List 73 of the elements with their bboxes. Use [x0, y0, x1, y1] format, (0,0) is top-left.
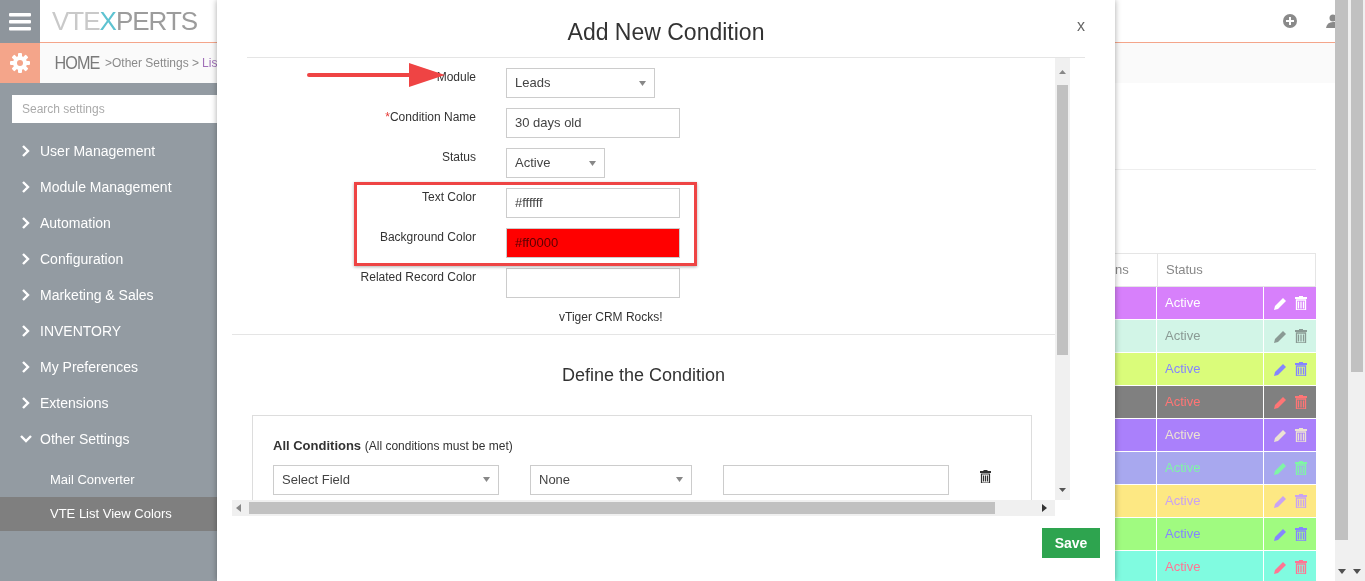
field-label: Status	[440, 149, 476, 166]
edit-icon[interactable]	[1273, 395, 1287, 409]
input-field[interactable]: #ffffff	[506, 188, 680, 218]
select-field[interactable]: Select Field	[273, 464, 499, 495]
dropdown-icon	[639, 80, 646, 86]
field-label: Related Record Color	[359, 269, 476, 286]
scrollbar[interactable]	[1055, 58, 1070, 500]
select-field[interactable]: Leads	[506, 68, 655, 98]
edit-icon[interactable]	[1273, 461, 1287, 475]
search-field[interactable]: Search settings	[12, 95, 217, 123]
group-title: All Conditions (All conditions must be met)	[273, 437, 514, 455]
sidebar-item[interactable]: Module Management	[0, 169, 217, 205]
field-label: Background Color	[378, 229, 476, 246]
settings-button[interactable]	[0, 43, 40, 83]
sidebar-item[interactable]: INVENTORY	[0, 313, 217, 349]
status-text: Active	[1165, 459, 1201, 478]
edit-icon[interactable]	[1273, 329, 1287, 343]
close-button[interactable]: x	[1077, 18, 1085, 34]
scroll-right-icon[interactable]	[1042, 504, 1047, 512]
status-text: Active	[1165, 492, 1201, 511]
status-text: Active	[1165, 525, 1201, 544]
breadcrumb-link[interactable]: >Other Settings >	[105, 54, 200, 72]
field-label: *Condition Name	[384, 109, 476, 126]
column-header: ns	[1114, 261, 1130, 280]
status-text: Active	[1165, 426, 1201, 445]
settings-icon	[10, 53, 30, 73]
sidebar-item[interactable]: User Management	[0, 133, 217, 169]
trash-icon[interactable]	[980, 470, 991, 483]
preview-text: vTiger CRM Rocks!	[559, 309, 663, 326]
sidebar-item[interactable]: Marketing & Sales	[0, 277, 217, 313]
edit-icon[interactable]	[1273, 296, 1287, 310]
sidebar-item[interactable]: Automation	[0, 205, 217, 241]
edit-icon[interactable]	[1273, 362, 1287, 376]
select-field[interactable]: Active	[506, 148, 605, 178]
scrollbar[interactable]	[232, 500, 1055, 516]
sidebar-subitem[interactable]: VTE List View Colors	[0, 497, 217, 531]
add-icon[interactable]	[1283, 14, 1297, 28]
status-text: Active	[1165, 360, 1201, 379]
menu-button[interactable]	[0, 0, 40, 43]
input-field[interactable]: 30 days old	[506, 108, 680, 138]
section-title: Define the Condition	[561, 363, 726, 387]
edit-icon[interactable]	[1273, 428, 1287, 442]
dialog-title: Add New Condition	[567, 18, 765, 48]
edit-icon[interactable]	[1273, 527, 1287, 541]
color-field[interactable]: #ff0000	[506, 228, 680, 258]
column-header: Status	[1157, 254, 1264, 286]
edit-icon[interactable]	[1273, 494, 1287, 508]
breadcrumb-home[interactable]: HOME	[54, 49, 100, 77]
menu-icon	[9, 12, 31, 31]
breadcrumb-link[interactable]: Lis	[202, 54, 218, 72]
input-field[interactable]	[506, 268, 680, 298]
select-field[interactable]: None	[530, 464, 692, 495]
dropdown-icon	[589, 160, 596, 166]
logo[interactable]: VTEXPERTS	[52, 8, 198, 34]
sidebar-item[interactable]: My Preferences	[0, 349, 217, 385]
dropdown-icon	[483, 477, 490, 482]
status-text: Active	[1165, 294, 1201, 313]
field-label: Text Color	[420, 189, 476, 206]
scroll-down-icon[interactable]	[1059, 488, 1066, 492]
sidebar-item[interactable]: Configuration	[0, 241, 217, 277]
scroll-left-icon[interactable]	[236, 504, 241, 512]
input-field[interactable]	[723, 464, 949, 495]
status-text: Active	[1165, 558, 1201, 577]
sidebar-item[interactable]: Extensions	[0, 385, 217, 421]
status-text: Active	[1165, 327, 1201, 346]
save-button[interactable]: Save	[1042, 528, 1100, 558]
sidebar-item[interactable]: Other Settings	[0, 421, 217, 457]
sidebar-subitem[interactable]: Mail Converter	[0, 463, 217, 497]
scroll-up-icon[interactable]	[1059, 70, 1066, 74]
dropdown-icon	[676, 477, 683, 482]
edit-icon[interactable]	[1273, 560, 1287, 574]
status-text: Active	[1165, 393, 1201, 412]
user-icon[interactable]	[1326, 14, 1335, 28]
